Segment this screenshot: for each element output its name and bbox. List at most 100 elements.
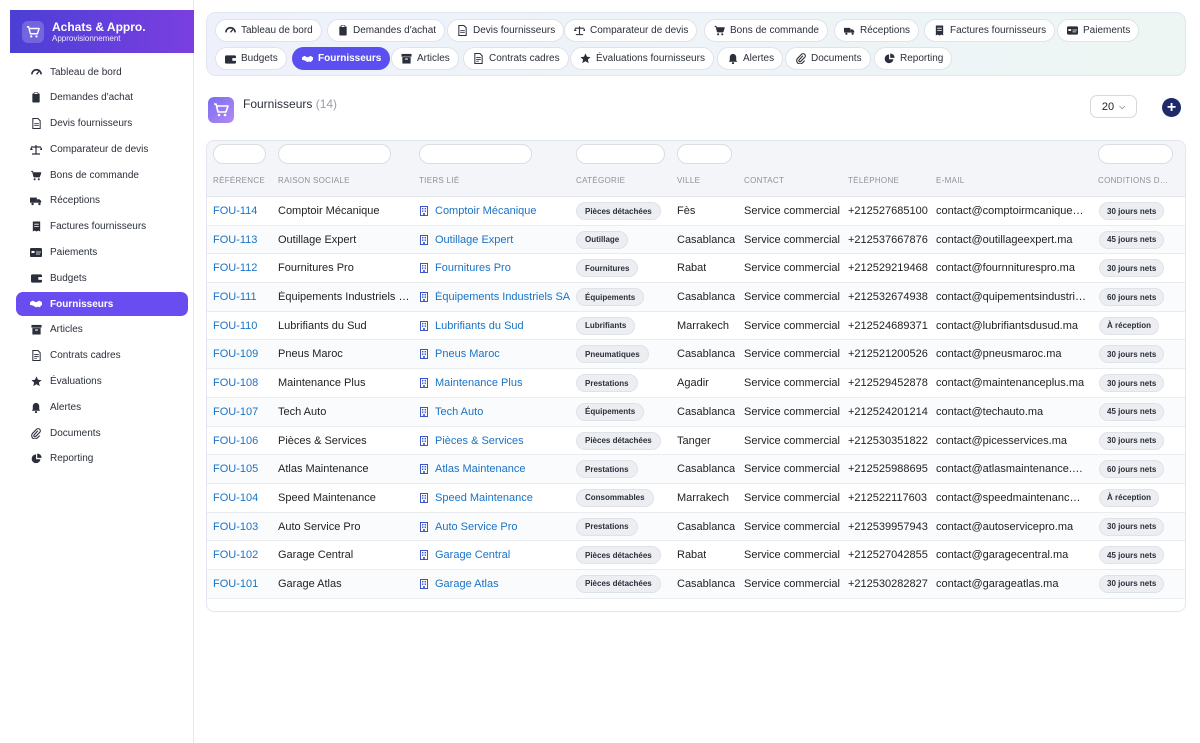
column-header[interactable]: E-MAIL [936, 176, 964, 185]
sidebar-item[interactable]: Tableau de bord [16, 60, 188, 84]
sidebar-item[interactable]: Reporting [16, 447, 188, 471]
sidebar-item[interactable]: Comparateur de devis [16, 137, 188, 161]
supplier-ref-link[interactable]: FOU-103 [213, 521, 258, 533]
tiers-link[interactable]: Atlas Maintenance [419, 463, 574, 475]
supplier-ref-link[interactable]: FOU-111 [213, 291, 257, 303]
tiers-link[interactable]: Outillage Expert [419, 234, 574, 246]
tab[interactable]: Paiements [1057, 19, 1140, 42]
column-header[interactable]: TÉLÉPHONE [848, 176, 899, 185]
sidebar-item[interactable]: Documents [16, 421, 188, 445]
supplier-ref-link[interactable]: FOU-108 [213, 377, 258, 389]
sidebar-item[interactable]: Articles [16, 318, 188, 342]
supplier-ref-link[interactable]: FOU-107 [213, 406, 258, 418]
table-row[interactable]: FOU-114 Comptoir Mécanique Comptoir Mécani… [207, 197, 1185, 226]
supplier-ref-link[interactable]: FOU-110 [213, 320, 257, 332]
tiers-link[interactable]: Pneus Maroc [419, 348, 574, 360]
supplier-ref-link[interactable]: FOU-113 [213, 234, 257, 246]
sidebar-item[interactable]: Fournisseurs [16, 292, 188, 317]
tab[interactable]: Demandes d'achat [327, 19, 446, 42]
filter-raison-input[interactable] [278, 144, 391, 164]
tab[interactable]: Évaluations fournisseurs [570, 47, 714, 70]
filter-conditions-input[interactable] [1098, 144, 1173, 164]
table-row[interactable]: FOU-102 Garage Central Garage Central Pièce… [207, 541, 1185, 570]
supplier-ref-link[interactable]: FOU-109 [213, 348, 258, 360]
supplier-ref-link[interactable]: FOU-102 [213, 549, 258, 561]
supplier-ref-link[interactable]: FOU-104 [213, 492, 258, 504]
table-row[interactable]: FOU-110 Lubrifiants du Sud Lubrifiants du … [207, 312, 1185, 341]
tiers-link[interactable]: Pièces & Services [419, 435, 574, 447]
table-row[interactable]: FOU-109 Pneus Maroc Pneus Maroc Pneumatique… [207, 340, 1185, 370]
sidebar-item[interactable]: Budgets [16, 266, 188, 290]
tiers-link[interactable]: Comptoir Mécanique [419, 205, 574, 217]
tab[interactable]: Budgets [215, 47, 287, 70]
table-row[interactable]: FOU-111 Équipements Industriels SA Équipem… [207, 283, 1185, 312]
column-header[interactable]: RAISON SOCIALE [278, 176, 350, 185]
tab[interactable]: Comparateur de devis [564, 19, 698, 42]
supplier-ref-link[interactable]: FOU-114 [213, 205, 257, 217]
tiers-link[interactable]: Fournitures Pro [419, 262, 574, 274]
supplier-ref-link[interactable]: FOU-112 [213, 262, 257, 274]
sidebar-item[interactable]: Devis fournisseurs [16, 112, 188, 136]
tab-label: Réceptions [860, 25, 911, 36]
telephone-cell: +212530351822 [848, 434, 928, 447]
sidebar-item[interactable]: Bons de commande [16, 163, 188, 187]
category-badge: Équipements [576, 402, 645, 421]
table-row[interactable]: FOU-112 Fournitures Pro Fournitures Pro Fou… [207, 254, 1185, 284]
email-cell: contact@techauto.ma [936, 405, 1044, 418]
tab[interactable]: Factures fournisseurs [924, 19, 1056, 42]
tab[interactable]: Devis fournisseurs [447, 19, 565, 42]
tab[interactable]: Réceptions [834, 19, 920, 42]
column-header[interactable]: CATÉGORIE [576, 176, 625, 185]
column-header[interactable]: RÉFÉRENCE [213, 176, 265, 185]
tiers-link[interactable]: Garage Central [419, 549, 574, 561]
tab[interactable]: Fournisseurs [292, 47, 391, 70]
tiers-link[interactable]: Speed Maintenance [419, 492, 574, 504]
column-header[interactable]: TIERS LIÉ [419, 176, 460, 185]
table-row[interactable]: FOU-113 Outillage Expert Outillage Expert O… [207, 225, 1185, 255]
filter-ville-input[interactable] [677, 144, 732, 164]
sidebar-item[interactable]: Contrats cadres [16, 344, 188, 368]
sidebar-item[interactable]: Demandes d'achat [16, 86, 188, 110]
sidebar-item[interactable]: Réceptions [16, 189, 188, 213]
tab[interactable]: Contrats cadres [463, 47, 569, 70]
tab[interactable]: Tableau de bord [215, 19, 322, 42]
tiers-link[interactable]: Garage Atlas [419, 578, 574, 590]
column-header[interactable]: CONDITIONS D… [1098, 176, 1178, 185]
supplier-ref-link[interactable]: FOU-105 [213, 463, 258, 475]
tab[interactable]: Documents [785, 47, 871, 70]
sidebar-item[interactable]: Paiements [16, 241, 188, 265]
tiers-link[interactable]: Lubrifiants du Sud [419, 320, 574, 332]
table-row[interactable]: FOU-105 Atlas Maintenance Atlas Maintenanc… [207, 455, 1185, 484]
telephone-cell: +212524689371 [848, 319, 928, 332]
filter-categorie-input[interactable] [576, 144, 665, 164]
tiers-link[interactable]: Maintenance Plus [419, 377, 574, 389]
tiers-link[interactable]: Auto Service Pro [419, 521, 574, 533]
filter-ref-input[interactable] [213, 144, 266, 164]
sidebar-item[interactable]: Factures fournisseurs [16, 215, 188, 239]
tiers-link[interactable]: Tech Auto [419, 406, 574, 418]
supplier-ref-link[interactable]: FOU-101 [213, 578, 258, 590]
filter-tiers-input[interactable] [419, 144, 532, 164]
app-brand[interactable]: Achats & Appro. Approvisionnement [10, 10, 194, 53]
sidebar-item[interactable]: Alertes [16, 395, 188, 419]
tab[interactable]: Articles [391, 47, 459, 70]
add-supplier-button[interactable]: + [1162, 98, 1181, 117]
tab[interactable]: Bons de commande [704, 19, 828, 42]
tab-label: Documents [811, 53, 862, 64]
table-row[interactable]: FOU-106 Pièces & Services Pièces & Service… [207, 427, 1185, 456]
column-header[interactable]: VILLE [677, 176, 700, 185]
supplier-ref-link[interactable]: FOU-106 [213, 435, 258, 447]
column-header[interactable]: CONTACT [744, 176, 784, 185]
tab[interactable]: Alertes [717, 47, 784, 70]
tab[interactable]: Reporting [874, 47, 953, 70]
telephone-cell: +212521200526 [848, 348, 928, 361]
page-size-select[interactable]: 20 ⌵ [1090, 95, 1137, 118]
tiers-link[interactable]: Équipements Industriels SA [419, 291, 574, 303]
table-row[interactable]: FOU-103 Auto Service Pro Auto Service Pro P… [207, 512, 1185, 542]
sidebar-item[interactable]: Évaluations [16, 370, 188, 394]
table-row[interactable]: FOU-101 Garage Atlas Garage Atlas Pièces dé… [207, 569, 1185, 599]
table-row[interactable]: FOU-107 Tech Auto Tech Auto Équipements Casa… [207, 397, 1185, 427]
suppliers-table: RÉFÉRENCE RAISON SOCIALE TIERS LIÉ CATÉG… [206, 140, 1186, 612]
table-row[interactable]: FOU-104 Speed Maintenance Speed Maintenanc… [207, 484, 1185, 513]
table-row[interactable]: FOU-108 Maintenance Plus Maintenance Plus P… [207, 369, 1185, 398]
